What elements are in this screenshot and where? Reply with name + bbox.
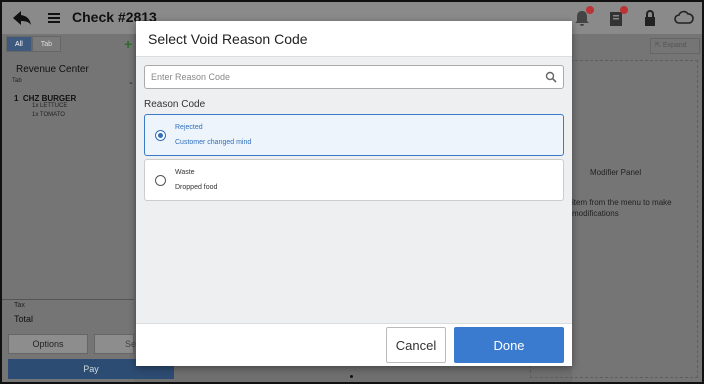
- order-item-name: CHZ BURGER: [22, 94, 77, 103]
- tab-tab[interactable]: Tab: [31, 36, 62, 52]
- reason-option-rejected[interactable]: Rejected Customer changed mind: [144, 114, 564, 156]
- send-button[interactable]: Se: [94, 334, 136, 354]
- options-button[interactable]: Options: [8, 334, 88, 354]
- reason-code-search: [144, 65, 564, 89]
- reason-option-description: Customer changed mind: [175, 139, 252, 146]
- search-icon[interactable]: [545, 71, 557, 83]
- add-tab-icon[interactable]: +: [124, 36, 132, 52]
- radio-button[interactable]: [155, 175, 166, 186]
- app-window: Check #2813 All Tab + Revenue Center Tab…: [0, 0, 704, 384]
- done-button[interactable]: Done: [454, 327, 564, 363]
- reason-option-waste[interactable]: Waste Dropped food: [144, 159, 564, 201]
- order-item[interactable]: 1 CHZ BURGER: [14, 94, 76, 103]
- page-indicator-dot: [350, 375, 353, 378]
- bell-icon[interactable]: [572, 6, 594, 28]
- tab-all[interactable]: All: [6, 36, 32, 52]
- radio-button-selected[interactable]: [155, 130, 166, 141]
- back-arrow-icon[interactable]: [12, 10, 32, 26]
- cloud-icon[interactable]: [674, 8, 694, 28]
- order-item-modifier: 1x LETTUCE: [32, 103, 68, 109]
- void-reason-dialog: Select Void Reason Code Reason Code Reje…: [136, 21, 572, 366]
- modifier-panel-description: item from the menu to make modifications: [572, 198, 672, 218]
- notification-badge: [586, 6, 594, 14]
- reason-code-input[interactable]: [151, 69, 541, 85]
- clipboard-icon[interactable]: [606, 6, 628, 28]
- reason-code-label: Reason Code: [144, 99, 206, 110]
- reason-option-name: Waste: [175, 169, 195, 176]
- order-panel: All Tab + Revenue Center Tab ⌄ 1 CHZ BUR…: [2, 34, 174, 382]
- orders-badge: [620, 6, 628, 14]
- expand-label: Expand: [662, 42, 687, 49]
- tax-label: Tax: [14, 302, 25, 309]
- order-item-modifier: 1x TOMATO: [32, 112, 65, 118]
- reason-option-name: Rejected: [175, 124, 203, 131]
- total-label: Total: [14, 314, 34, 324]
- dialog-title: Select Void Reason Code: [148, 31, 308, 47]
- revenue-center-label: Revenue Center: [16, 64, 89, 75]
- expand-button[interactable]: ⇱ Expand: [650, 38, 700, 54]
- reason-option-description: Dropped food: [175, 184, 218, 191]
- dialog-header: Select Void Reason Code: [136, 21, 572, 57]
- cancel-button[interactable]: Cancel: [386, 327, 446, 363]
- hamburger-menu-icon[interactable]: [48, 12, 60, 24]
- totals-divider: [2, 299, 134, 300]
- chevron-down-icon[interactable]: ⌄: [128, 78, 134, 86]
- order-item-qty: 1: [14, 94, 19, 103]
- modifier-panel-title: Modifier Panel: [590, 168, 642, 177]
- revenue-center-value[interactable]: Tab: [12, 78, 22, 84]
- lock-icon[interactable]: [640, 8, 660, 28]
- dialog-footer: Cancel Done: [136, 323, 572, 366]
